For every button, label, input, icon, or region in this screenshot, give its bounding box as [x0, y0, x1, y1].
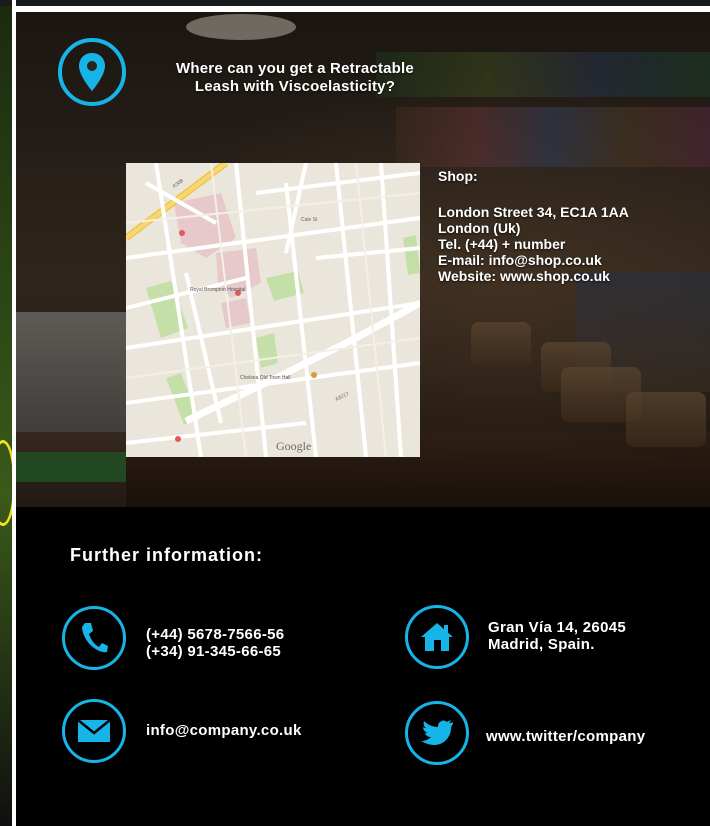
- previous-page-edge: [0, 0, 16, 826]
- shop-city: London (Uk): [438, 220, 521, 236]
- shop-info: Shop: London Street 34, EC1A 1AA London …: [438, 168, 710, 284]
- map-pin-icon: [58, 38, 126, 106]
- map-google-watermark: Google: [276, 439, 312, 453]
- svg-text:Chelsea Old Town Hall: Chelsea Old Town Hall: [240, 375, 291, 381]
- shop-label: Shop:: [438, 168, 478, 184]
- phone-number-1[interactable]: (+44) 5678-7566-56: [146, 626, 284, 643]
- shop-address: London Street 34, EC1A 1AA: [438, 204, 629, 220]
- headline-line-1: Where can you get a Retractable: [176, 60, 414, 77]
- further-info-title: Further information:: [70, 545, 263, 565]
- twitter-bird-icon: [405, 701, 469, 765]
- headline: Where can you get a Retractable Leash wi…: [130, 60, 460, 96]
- address: Gran Vía 14, 26045 Madrid, Spain.: [488, 619, 626, 653]
- shop-website[interactable]: Website: www.shop.co.uk: [438, 268, 710, 284]
- svg-text:Cale St: Cale St: [301, 217, 318, 223]
- address-line-2: Madrid, Spain.: [488, 636, 595, 653]
- svg-text:Royal Brompton Hospital: Royal Brompton Hospital: [190, 287, 245, 293]
- twitter-url[interactable]: www.twitter/company: [486, 728, 645, 745]
- mail-icon: [62, 699, 126, 763]
- shop-tel: Tel. (+44) + number: [438, 236, 566, 252]
- phone-numbers: (+44) 5678-7566-56 (+34) 91-345-66-65: [146, 626, 284, 660]
- shop-email[interactable]: E-mail: info@shop.co.uk: [438, 252, 710, 268]
- address-line-1: Gran Vía 14, 26045: [488, 619, 626, 636]
- company-email[interactable]: info@company.co.uk: [146, 722, 302, 739]
- phone-icon: [62, 606, 126, 670]
- headline-line-2: Leash with Viscoelasticity?: [194, 78, 396, 95]
- location-map[interactable]: Royal Brompton Hospital Chelsea Old Town…: [126, 163, 420, 457]
- home-icon: [405, 605, 469, 669]
- phone-number-2[interactable]: (+34) 91-345-66-65: [146, 643, 284, 660]
